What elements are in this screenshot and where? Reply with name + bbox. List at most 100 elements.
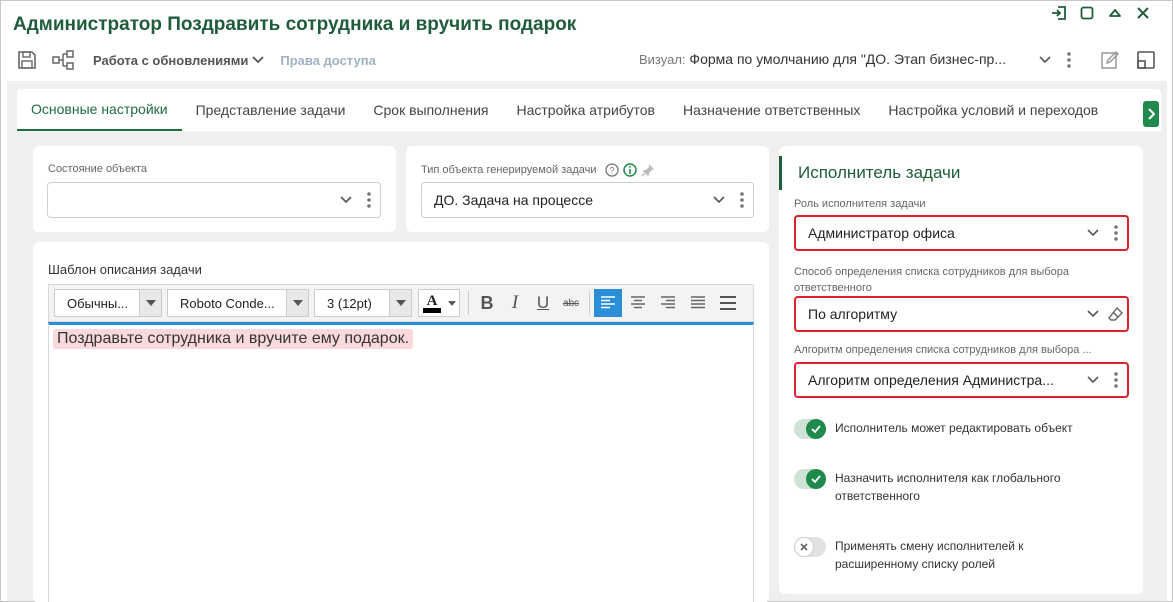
executor-title: Исполнитель задачи <box>779 156 960 190</box>
toggle-extended-roles-label: Применять смену исполнителей к расширенн… <box>835 539 1024 571</box>
access-rights-link[interactable]: Права доступа <box>280 53 375 68</box>
task-type-label: Тип объекта генерируемой задачи ? <box>421 163 655 177</box>
task-type-value: ДО. Задача на процессе <box>434 192 594 208</box>
visual-selector[interactable]: Визуал: Форма по умолчанию для "ДО. Этап… <box>639 51 1006 67</box>
toggle-extended-roles[interactable] <box>794 537 826 557</box>
template-text: Поздравьте сотрудника и вручите ему пода… <box>53 329 414 349</box>
tab-attributes[interactable]: Настройка атрибутов <box>502 89 669 131</box>
window-controls <box>1050 5 1152 21</box>
more-vertical-icon[interactable] <box>1105 224 1127 242</box>
more-vertical-icon[interactable] <box>358 191 380 209</box>
algorithm-label: Алгоритм определения списка сотрудников … <box>794 344 1092 356</box>
algorithm-select[interactable]: Алгоритм определения Администра... <box>794 362 1129 398</box>
toggle-global-responsible[interactable] <box>794 469 826 489</box>
font-size-select[interactable]: 3 (12pt) <box>314 289 412 317</box>
align-left-icon[interactable] <box>594 289 622 317</box>
toolbar: Работа с обновлениями Права доступа Визу… <box>13 46 1163 74</box>
updates-menu[interactable]: Работа с обновлениями <box>93 52 265 68</box>
method-value: По алгоритму <box>808 306 898 322</box>
toggle-edit-object-row: Исполнитель может редактировать объект <box>794 419 1105 439</box>
share-tree-icon[interactable] <box>49 46 77 74</box>
x-icon <box>794 537 814 557</box>
italic-icon[interactable]: I <box>501 289 529 317</box>
method-select[interactable]: По алгоритму <box>794 296 1129 332</box>
toggle-edit-object[interactable] <box>794 419 826 439</box>
check-icon <box>806 469 826 489</box>
tabs-scroll-right-button[interactable] <box>1143 101 1159 127</box>
tab-deadline[interactable]: Срок выполнения <box>359 89 502 131</box>
paragraph-style-value: Обычны... <box>67 295 129 311</box>
text-color-icon: A <box>419 292 445 314</box>
task-type-select[interactable]: ДО. Задача на процессе <box>421 182 754 218</box>
object-state-label: Состояние объекта <box>48 163 147 175</box>
role-value: Администратор офиса <box>808 225 955 241</box>
triangle-down-icon <box>389 290 411 316</box>
save-icon[interactable] <box>13 46 41 74</box>
toolbar-divider <box>468 291 469 315</box>
visual-label: Визуал: <box>639 52 686 67</box>
method-label-line2: ответственного <box>794 282 872 294</box>
tab-main-settings[interactable]: Основные настройки <box>17 89 182 131</box>
align-right-icon[interactable] <box>654 289 682 317</box>
text-color-picker[interactable]: A <box>418 289 460 317</box>
chevron-down-icon[interactable] <box>334 196 358 204</box>
editor-toolbar: Обычны... Roboto Conde... 3 (12pt) A B I… <box>48 284 754 322</box>
more-vertical-icon[interactable] <box>1061 46 1077 74</box>
toggle-edit-object-label: Исполнитель может редактировать объект <box>835 421 1073 435</box>
more-vertical-icon[interactable] <box>1105 371 1127 389</box>
visual-controls <box>1035 46 1161 74</box>
updates-menu-label: Работа с обновлениями <box>93 52 249 68</box>
algorithm-value: Алгоритм определения Администра... <box>808 372 1054 388</box>
close-icon[interactable] <box>1134 5 1152 21</box>
more-vertical-icon[interactable] <box>731 191 753 209</box>
font-size-value: 3 (12pt) <box>327 295 372 311</box>
chevron-down-icon[interactable] <box>1081 376 1105 384</box>
page-title: Администратор Поздравить сотрудника и вр… <box>13 14 577 35</box>
triangle-down-icon <box>139 290 161 316</box>
bold-icon[interactable]: B <box>473 289 501 317</box>
check-icon <box>806 419 826 439</box>
chevron-down-icon[interactable] <box>707 196 731 204</box>
chevron-down-icon[interactable] <box>1081 310 1105 318</box>
align-justify-icon[interactable] <box>684 289 712 317</box>
more-menu-icon[interactable] <box>714 289 742 317</box>
template-editor[interactable]: Поздравьте сотрудника и вручите ему пода… <box>48 322 754 602</box>
pin-icon[interactable] <box>641 163 655 177</box>
info-icon[interactable] <box>622 163 637 177</box>
tab-bar: Основные настройки Представление задачи … <box>17 89 1161 131</box>
app-window: Администратор Поздравить сотрудника и вр… <box>0 0 1173 602</box>
layout-panel-icon[interactable] <box>1131 46 1161 74</box>
chevron-right-icon <box>1148 108 1155 120</box>
role-select[interactable]: Администратор офиса <box>794 215 1129 251</box>
collapse-up-icon[interactable] <box>1106 5 1124 21</box>
object-state-select[interactable] <box>47 182 381 218</box>
svg-text:A: A <box>427 293 438 309</box>
tab-task-view[interactable]: Представление задачи <box>182 89 360 131</box>
paragraph-style-select[interactable]: Обычны... <box>54 289 162 317</box>
toggle-global-responsible-label: Назначить исполнителя как глобального от… <box>835 471 1061 503</box>
toggle-extended-roles-row: Применять смену исполнителей к расширенн… <box>794 537 1075 573</box>
tab-conditions[interactable]: Настройка условий и переходов <box>874 89 1112 131</box>
task-type-label-text: Тип объекта генерируемой задачи <box>421 164 597 176</box>
chevron-down-icon[interactable] <box>1035 46 1055 74</box>
method-label-line1: Способ определения списка сотрудников дл… <box>794 266 1069 278</box>
visual-value: Форма по умолчанию для "ДО. Этап бизнес-… <box>689 51 1007 67</box>
maximize-icon[interactable] <box>1078 5 1096 21</box>
tab-responsible[interactable]: Назначение ответственных <box>669 89 874 131</box>
strikethrough-icon[interactable]: abc <box>557 289 585 317</box>
triangle-down-icon <box>445 290 459 316</box>
toggle-global-responsible-row: Назначить исполнителя как глобального от… <box>794 469 1095 505</box>
chevron-down-icon <box>252 56 265 64</box>
toolbar-divider <box>589 291 590 315</box>
font-family-value: Roboto Conde... <box>180 295 275 311</box>
eraser-icon[interactable] <box>1105 306 1127 322</box>
chevron-down-icon[interactable] <box>1081 229 1105 237</box>
align-center-icon[interactable] <box>624 289 652 317</box>
font-family-select[interactable]: Roboto Conde... <box>167 289 309 317</box>
underline-icon[interactable]: U <box>529 289 557 317</box>
exit-icon[interactable] <box>1050 5 1068 21</box>
method-label: Способ определения списка сотрудников дл… <box>794 264 1069 296</box>
help-icon[interactable]: ? <box>604 163 619 177</box>
triangle-down-icon <box>286 290 308 316</box>
edit-form-icon[interactable] <box>1095 46 1125 74</box>
